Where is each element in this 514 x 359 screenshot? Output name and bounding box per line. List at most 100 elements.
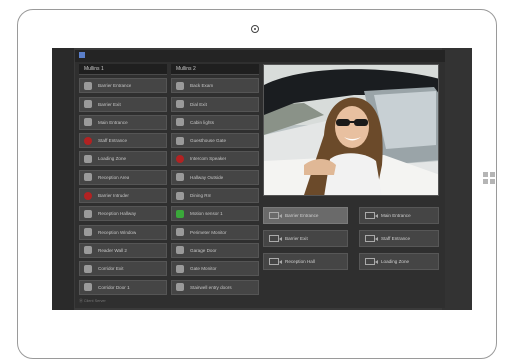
device-label: Main Entrance: [98, 119, 128, 125]
device-button[interactable]: Barrier Exit: [79, 96, 167, 112]
camera-control-button[interactable]: Loading Zone: [359, 253, 439, 270]
device-button[interactable]: Guesthouse Gate: [171, 133, 259, 149]
device-label: Reception Hallway: [98, 211, 137, 217]
device-icon: [84, 100, 92, 109]
device-button[interactable]: Stairwell entry doors: [171, 279, 259, 295]
device-label: Loading Zone: [98, 156, 127, 162]
device-button[interactable]: Reception Hallway: [79, 206, 167, 222]
control-label: Loading Zone: [381, 259, 410, 264]
device-icon: [84, 209, 92, 218]
device-button[interactable]: Corridor Door 1: [79, 279, 167, 295]
device-label: Guesthouse Gate: [190, 138, 227, 144]
device-label: Garage Door: [190, 247, 217, 253]
camera-control-button[interactable]: Barrier Entrance: [263, 207, 348, 224]
camera-control-button[interactable]: Staff Entrance: [359, 230, 439, 247]
device-label: Dining Rm: [190, 193, 212, 199]
device-column-1: Mullins 1 Barrier Entrance Barrier Exit Ma…: [79, 64, 167, 295]
device-label: Corridor Door 1: [98, 284, 130, 290]
device-button[interactable]: Motion sensor 1: [171, 206, 259, 222]
device-icon: [176, 81, 184, 90]
device-icon: [84, 283, 92, 292]
control-label: Reception Hall: [285, 259, 315, 264]
device-button[interactable]: Cabin lights: [171, 114, 259, 130]
tablet-screen: Mullins 1 Barrier Entrance Barrier Exit Ma…: [52, 48, 472, 310]
camera-control-button[interactable]: Reception Hall: [263, 253, 348, 270]
device-button[interactable]: Corridor Exit: [79, 261, 167, 277]
device-label: Barrier Intruder: [98, 193, 129, 199]
footer-status-text: Ⓜ Client Server: [79, 299, 106, 303]
video-camera-icon: [269, 258, 282, 265]
screen-left-edge: [52, 48, 74, 310]
video-camera-icon: [365, 212, 378, 219]
device-label: Staff Entrance: [98, 138, 128, 144]
column-2-header: Mullins 2: [171, 64, 259, 75]
device-button[interactable]: Reception Window: [79, 224, 167, 240]
device-label: Dial Exit: [190, 101, 207, 107]
device-icon: [84, 154, 92, 163]
video-camera-icon: [365, 258, 378, 265]
app-logo-icon[interactable]: [79, 52, 85, 58]
screen-right-edge: [442, 48, 472, 310]
device-label: Corridor Exit: [98, 266, 124, 272]
windows-logo-icon[interactable]: [483, 172, 495, 184]
camera-control-button[interactable]: Main Entrance: [359, 207, 439, 224]
device-icon: [176, 118, 184, 127]
device-button[interactable]: Loading Zone: [79, 151, 167, 167]
device-button[interactable]: Reader Wall 2: [79, 242, 167, 258]
video-camera-icon: [269, 212, 282, 219]
device-icon: [84, 246, 92, 255]
device-icon: [176, 246, 184, 255]
device-button[interactable]: Dining Rm: [171, 188, 259, 204]
device-icon: [176, 283, 184, 292]
device-button[interactable]: Intercom Speaker: [171, 151, 259, 167]
device-icon: [176, 191, 184, 200]
camera-control-button[interactable]: Barrier Exit: [263, 230, 348, 247]
device-label: Hallway Outside: [190, 174, 224, 180]
alarm-status-icon: [84, 191, 92, 200]
device-button[interactable]: Hallway Outside: [171, 169, 259, 185]
column-1-header: Mullins 1: [79, 64, 167, 75]
device-button[interactable]: Barrier Entrance: [79, 78, 167, 94]
device-label: Perimeter Monitor: [190, 229, 227, 235]
control-label: Barrier Entrance: [285, 213, 319, 218]
device-button[interactable]: Back Exam: [171, 78, 259, 94]
device-label: Reception Area: [98, 174, 130, 180]
alarm-status-icon: [176, 154, 184, 163]
device-label: Gate Monitor: [190, 266, 217, 272]
device-label: Barrier Entrance: [98, 83, 132, 89]
column-1-list: Barrier Entrance Barrier Exit Main Entranc…: [79, 78, 167, 295]
device-label: Intercom Speaker: [190, 156, 227, 162]
device-icon: [84, 81, 92, 90]
device-label: Barrier Exit: [98, 101, 121, 107]
device-button[interactable]: Garage Door: [171, 242, 259, 258]
device-icon: [176, 228, 184, 237]
security-control-app: Mullins 1 Barrier Entrance Barrier Exit Ma…: [75, 50, 445, 308]
alarm-status-icon: [84, 136, 92, 145]
device-label: Cabin lights: [190, 119, 215, 125]
device-button[interactable]: Main Entrance: [79, 114, 167, 130]
device-button[interactable]: Barrier Intruder: [79, 188, 167, 204]
camera-feed-image[interactable]: [263, 64, 439, 196]
column-2-list: Back Exam Dial Exit Cabin lights Guesthouse…: [171, 78, 259, 295]
device-icon: [84, 173, 92, 182]
device-label: Motion sensor 1: [190, 211, 223, 217]
device-label: Reader Wall 2: [98, 247, 127, 253]
front-camera-icon: [251, 25, 259, 33]
device-button[interactable]: Staff Entrance: [79, 133, 167, 149]
device-icon: [176, 264, 184, 273]
device-icon: [84, 264, 92, 273]
device-button[interactable]: Gate Monitor: [171, 261, 259, 277]
camera-feed-scene: [264, 65, 438, 195]
video-camera-icon: [365, 235, 378, 242]
device-button[interactable]: Reception Area: [79, 169, 167, 185]
device-label: Reception Window: [98, 229, 137, 235]
ok-status-icon: [176, 209, 184, 218]
device-icon: [176, 136, 184, 145]
device-button[interactable]: Dial Exit: [171, 96, 259, 112]
video-camera-icon: [269, 235, 282, 242]
device-icon: [84, 228, 92, 237]
device-label: Stairwell entry doors: [190, 284, 232, 290]
device-button[interactable]: Perimeter Monitor: [171, 224, 259, 240]
app-top-bar: [75, 50, 445, 62]
device-column-2: Mullins 2 Back Exam Dial Exit Cabin lights…: [171, 64, 259, 295]
